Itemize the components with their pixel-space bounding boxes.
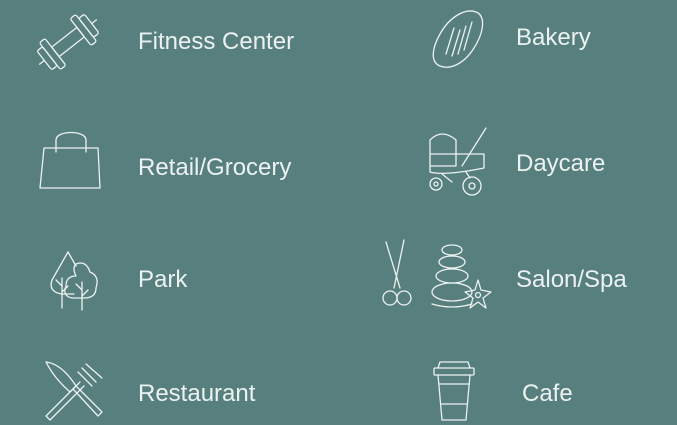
baby-stroller-icon	[424, 126, 494, 198]
scissors-spa-stones-icon	[380, 238, 494, 314]
fork-knife-icon	[42, 358, 104, 421]
dumbbell-icon	[30, 8, 106, 76]
bread-loaf-icon	[428, 6, 488, 74]
amenity-label: Bakery	[516, 24, 591, 51]
amenity-label: Fitness Center	[138, 28, 295, 55]
trees-icon	[46, 246, 102, 312]
coffee-cup-icon	[426, 358, 482, 424]
amenity-label: Park	[138, 266, 188, 293]
amenity-label: Retail/Grocery	[138, 154, 292, 181]
shopping-bag-icon	[38, 126, 104, 192]
amenity-label: Restaurant	[138, 380, 256, 407]
amenity-label: Cafe	[522, 380, 573, 407]
amenity-label: Salon/Spa	[516, 266, 627, 293]
amenity-label: Daycare	[516, 150, 606, 177]
